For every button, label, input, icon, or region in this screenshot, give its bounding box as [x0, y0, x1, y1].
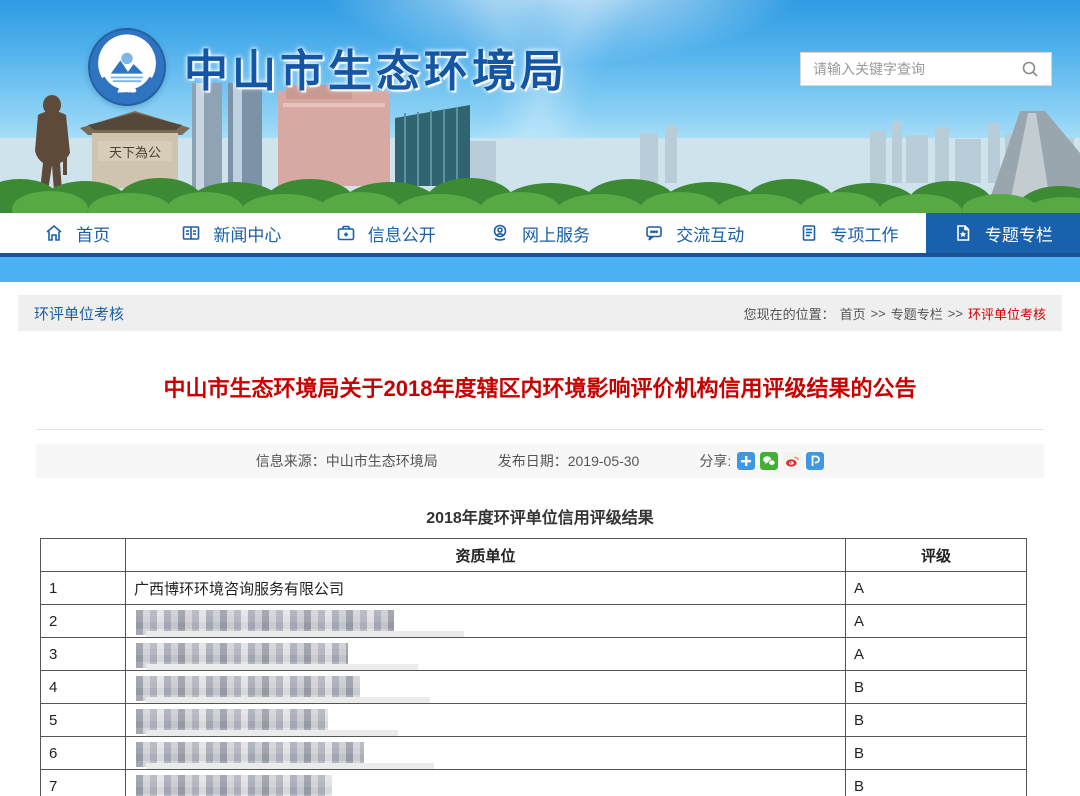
info-source: 信息来源：中山市生态环境局 [256, 451, 438, 471]
share-more-icon[interactable] [737, 452, 755, 470]
redacted-company-name [136, 643, 348, 668]
main-nav: 首页 新闻中心 信息公开 网上服务 [0, 213, 1080, 253]
location-prefix: 您现在的位置： [744, 304, 835, 323]
table-row: 3 A [41, 638, 1027, 671]
table-row: 5 B [41, 704, 1027, 737]
table-row: 6 B [41, 737, 1027, 770]
breadcrumb-home[interactable]: 首页 [840, 304, 866, 323]
breadcrumb-separator: >> [871, 306, 886, 321]
breadcrumb-special-column[interactable]: 专题专栏 [891, 304, 943, 323]
table-row: 7 B [41, 770, 1027, 796]
title-divider [36, 429, 1044, 430]
search-icon [1021, 60, 1039, 78]
breadcrumb: 您现在的位置： 首页 >> 专题专栏 >> 环评单位考核 [744, 304, 1046, 323]
search-box [800, 52, 1052, 86]
table-row: 2 A [41, 605, 1027, 638]
redacted-company-name [136, 676, 360, 701]
nav-item-special-column[interactable]: 专题专栏 [926, 213, 1080, 253]
section-title: 环评单位考核 [34, 303, 124, 324]
table-row: 1 广西博环环境咨询服务有限公司 A [41, 572, 1027, 605]
redacted-company-name [136, 742, 364, 767]
row-number: 6 [41, 737, 126, 770]
row-number: 4 [41, 671, 126, 704]
document-icon [799, 223, 819, 243]
company-name: 广西博环环境咨询服务有限公司 [126, 572, 846, 605]
share-group: 分享: [699, 451, 824, 471]
row-number: 3 [41, 638, 126, 671]
gate-inscription: 天下為公 [109, 145, 161, 160]
nav-item-home[interactable]: 首页 [0, 213, 154, 253]
col-index-header [41, 539, 126, 572]
article-title: 中山市生态环境局关于2018年度辖区内环境影响评价机构信用评级结果的公告 [0, 371, 1080, 403]
nav-item-special-work[interactable]: 专项工作 [771, 213, 925, 253]
nav-item-news[interactable]: 新闻中心 [154, 213, 308, 253]
star-document-icon [953, 223, 973, 243]
rating-value: B [846, 737, 1027, 770]
nav-label: 信息公开 [368, 221, 436, 246]
search-input[interactable] [813, 61, 1017, 77]
row-number: 7 [41, 770, 126, 796]
article-meta-bar: 信息来源：中山市生态环境局 发布日期：2019-05-30 分享: [36, 444, 1044, 478]
nav-label: 专项工作 [831, 221, 899, 246]
rating-value: B [846, 704, 1027, 737]
table-caption: 2018年度环评单位信用评级结果 [0, 504, 1080, 528]
nav-label: 交流互动 [676, 221, 744, 246]
nav-label: 网上服务 [522, 221, 590, 246]
table-header-row: 资质单位 评级 [41, 539, 1027, 572]
weibo-share-icon[interactable] [783, 452, 801, 470]
nav-label: 专题专栏 [985, 221, 1053, 246]
col-company-header: 资质单位 [126, 539, 846, 572]
online-service-icon [490, 223, 510, 243]
header-banner: 天下為公 [0, 0, 1080, 213]
redacted-company-name [136, 610, 394, 635]
bureau-logo: ZHB [88, 28, 166, 106]
nav-item-info-disclosure[interactable]: 信息公开 [309, 213, 463, 253]
redacted-company-name [136, 775, 332, 796]
breadcrumb-bar: 环评单位考核 您现在的位置： 首页 >> 专题专栏 >> 环评单位考核 [18, 295, 1062, 331]
rating-value: B [846, 770, 1027, 796]
row-number: 1 [41, 572, 126, 605]
nav-item-online-service[interactable]: 网上服务 [463, 213, 617, 253]
rating-value: A [846, 572, 1027, 605]
briefcase-icon [336, 223, 356, 243]
site-brand[interactable]: ZHB 中山市生态环境局 [88, 28, 568, 106]
rating-value: B [846, 671, 1027, 704]
table-row: 4 B [41, 671, 1027, 704]
row-number: 2 [41, 605, 126, 638]
nav-label: 首页 [76, 221, 110, 246]
row-number: 5 [41, 704, 126, 737]
breadcrumb-separator: >> [948, 306, 963, 321]
sub-nav-strip [0, 257, 1080, 282]
page: 天下為公 [0, 0, 1080, 796]
wechat-share-icon[interactable] [760, 452, 778, 470]
rating-value: A [846, 605, 1027, 638]
home-icon [44, 223, 64, 243]
chat-icon [644, 223, 664, 243]
nav-label: 新闻中心 [213, 221, 281, 246]
qzone-share-icon[interactable] [806, 452, 824, 470]
nav-item-interaction[interactable]: 交流互动 [617, 213, 771, 253]
rating-value: A [846, 638, 1027, 671]
search-button[interactable] [1017, 56, 1043, 82]
share-label: 分享: [699, 451, 731, 471]
redacted-company-name [136, 709, 328, 734]
publish-date: 发布日期：2019-05-30 [498, 451, 640, 471]
site-title: 中山市生态环境局 [184, 35, 568, 99]
logo-text: ZHB [117, 85, 137, 96]
news-icon [181, 223, 201, 243]
breadcrumb-current[interactable]: 环评单位考核 [968, 304, 1046, 323]
rating-table: 资质单位 评级 1 广西博环环境咨询服务有限公司 A 2 A 3 A 4 B 5… [40, 538, 1027, 796]
col-rating-header: 评级 [846, 539, 1027, 572]
